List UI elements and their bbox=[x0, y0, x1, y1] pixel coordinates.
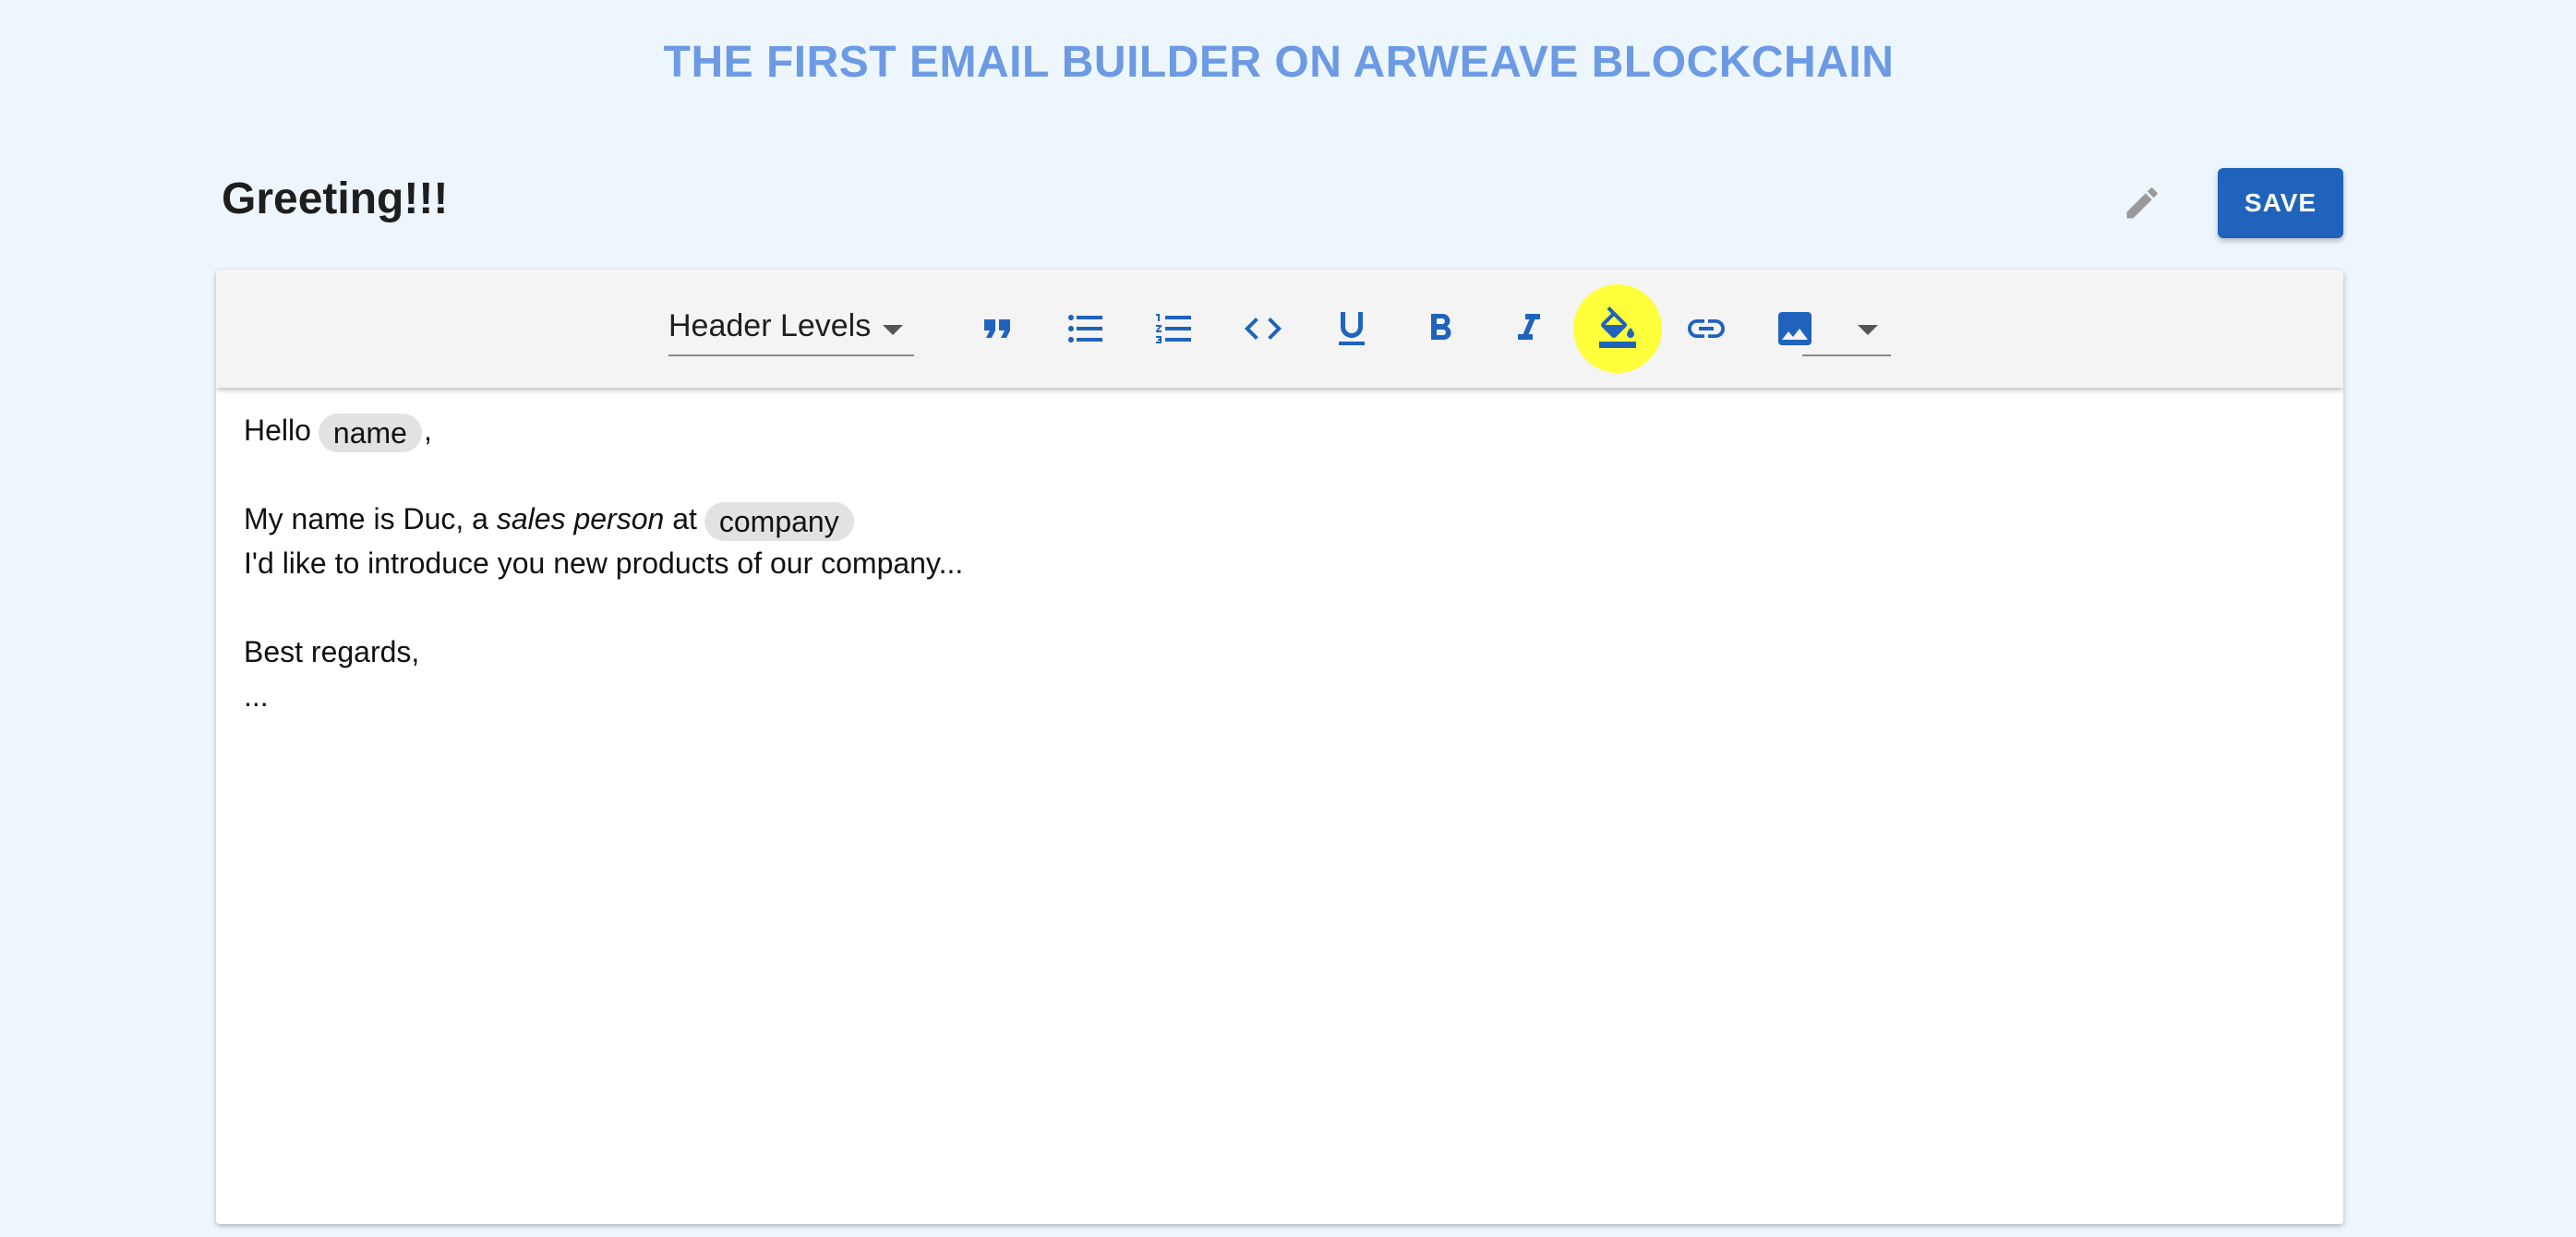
numbered-list-button[interactable] bbox=[1130, 284, 1219, 373]
content-line: Hello name, bbox=[244, 408, 2312, 452]
editor-card: Header Levels Hello name , My name is Du… bbox=[216, 270, 2343, 1224]
content-text: at bbox=[664, 502, 697, 535]
content-text: Hello bbox=[244, 414, 311, 447]
link-button[interactable] bbox=[1662, 284, 1751, 373]
code-button[interactable] bbox=[1219, 284, 1307, 373]
variable-chip-company[interactable]: company bbox=[704, 501, 854, 541]
blockquote-button[interactable] bbox=[953, 284, 1041, 373]
content-text: , bbox=[423, 414, 432, 447]
code-icon bbox=[1245, 318, 1282, 340]
content-line: ... bbox=[244, 679, 269, 713]
content-line: I'd like to introduce you new products o… bbox=[244, 546, 964, 580]
header-levels-select[interactable]: Header Levels bbox=[668, 303, 914, 356]
numbered-list-icon bbox=[1156, 314, 1191, 343]
document-title: Greeting!!! bbox=[222, 174, 449, 223]
document-header: Greeting!!! SAVE bbox=[222, 166, 2343, 240]
bold-icon bbox=[1431, 314, 1451, 340]
bold-button[interactable] bbox=[1396, 284, 1485, 373]
bulleted-list-button[interactable] bbox=[1041, 284, 1130, 373]
variable-chip-name[interactable]: name bbox=[318, 413, 422, 452]
italic-button[interactable] bbox=[1485, 284, 1573, 373]
paint-bucket-icon bbox=[1599, 306, 1636, 348]
bulleted-list-icon bbox=[1068, 315, 1102, 342]
header-levels-label: Header Levels bbox=[668, 308, 872, 343]
editor-toolbar: Header Levels bbox=[216, 270, 2343, 388]
link-icon bbox=[1688, 319, 1725, 338]
pencil-icon bbox=[2126, 187, 2158, 219]
italic-icon bbox=[1518, 314, 1540, 340]
chevron-down-icon bbox=[883, 325, 903, 335]
empty-line bbox=[244, 585, 2312, 630]
underline-button[interactable] bbox=[1307, 284, 1396, 373]
edit-title-button[interactable] bbox=[2109, 170, 2175, 236]
highlight-color-button[interactable] bbox=[1573, 284, 1662, 373]
editor-content[interactable]: Hello name, My name is Duc, a sales perso… bbox=[244, 408, 2312, 718]
underline-icon bbox=[1339, 312, 1365, 345]
content-text: My name is Duc, a bbox=[244, 502, 497, 535]
content-line: My name is Duc, a sales person at company bbox=[244, 497, 2312, 541]
empty-line bbox=[244, 452, 2312, 497]
font-size-select[interactable] bbox=[1802, 303, 1891, 356]
save-button[interactable]: SAVE bbox=[2218, 168, 2343, 238]
italic-text: sales person bbox=[496, 502, 665, 535]
app-title: THE FIRST EMAIL BUILDER ON ARWEAVE BLOCK… bbox=[663, 38, 1895, 87]
chevron-down-icon bbox=[1858, 325, 1878, 335]
quote-icon bbox=[984, 319, 1010, 338]
content-line: Best regards, bbox=[244, 635, 420, 668]
